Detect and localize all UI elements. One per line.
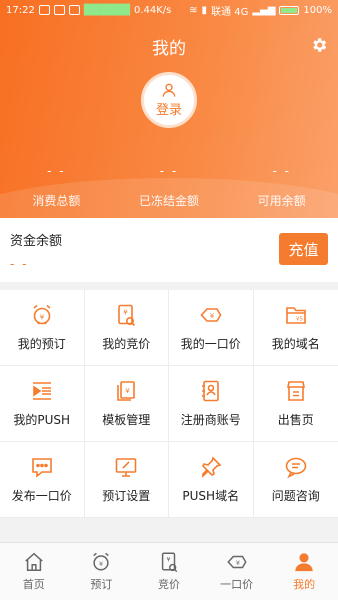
recharge-button[interactable]: 充值 <box>279 233 328 265</box>
tab-label: 首页 <box>22 578 45 591</box>
login-label: 登录 <box>155 103 182 118</box>
push-list-icon <box>32 382 51 400</box>
grid-item-my-fixed-price[interactable]: ¥ 我的一口价 <box>169 290 254 366</box>
tab-mine[interactable]: 我的 <box>270 543 338 600</box>
carrier-label: 联通 4G <box>211 6 249 18</box>
user-icon <box>162 83 176 97</box>
grid-item-question-consult[interactable]: 问题咨询 <box>253 442 338 518</box>
tab-bids[interactable]: ¥ 竞价 <box>135 543 203 600</box>
svg-text:¥: ¥ <box>40 314 45 322</box>
svg-text:¥: ¥ <box>210 312 215 320</box>
home-icon <box>25 552 43 571</box>
feature-grid: ¥ 我的预订 ¥ 我的竞价 ¥ 我的一口价 ¥5 我的域名 我的PUSH ¥ 模… <box>0 290 338 518</box>
wifi-icon: ≋ <box>189 4 198 16</box>
question-chat-icon <box>285 457 307 479</box>
status-green-text: ██████ <box>83 4 130 16</box>
publish-chat-icon <box>31 458 52 478</box>
grid-item-label: 我的域名 <box>271 337 320 351</box>
message-icon <box>53 5 65 15</box>
page-title: 我的 <box>152 39 186 59</box>
stat-label: 消费总额 <box>32 194 81 208</box>
domain-folder-icon: ¥5 <box>285 307 306 324</box>
alarm-clock-icon: ¥ <box>33 304 51 325</box>
grid-item-reservation-settings[interactable]: 预订设置 <box>84 442 169 518</box>
monitor-edit-icon <box>115 458 137 477</box>
user-icon <box>295 553 313 572</box>
grid-item-label: 出售页 <box>277 413 314 427</box>
bid-document-icon: ¥ <box>161 552 178 573</box>
login-button[interactable]: 登录 <box>141 72 197 128</box>
bid-document-icon: ¥ <box>118 304 136 327</box>
svg-text:¥: ¥ <box>99 560 103 568</box>
battery-percent: 100% <box>303 4 332 16</box>
sale-page-icon <box>286 381 305 401</box>
battery-icon <box>279 5 300 15</box>
svg-text:¥5: ¥5 <box>296 317 303 323</box>
stat-label: 可用余额 <box>257 194 306 208</box>
grid-item-my-push[interactable]: 我的PUSH <box>0 366 85 442</box>
grid-item-label: 预订设置 <box>102 489 151 503</box>
tab-fixed-price[interactable]: ¥ 一口价 <box>203 543 271 600</box>
bottom-tab-bar: 首页 ¥ 预订 ¥ 竞价 ¥ 一口价 我的 <box>0 542 338 600</box>
grid-item-label: 我的一口价 <box>180 337 241 351</box>
stat-available-balance: - - 可用余额 <box>225 164 338 209</box>
network-speed: 0.44K/s <box>133 4 172 16</box>
grid-item-my-reservations[interactable]: ¥ 我的预订 <box>0 290 85 366</box>
stat-value: - - <box>47 164 66 178</box>
stat-label: 已冻结金额 <box>139 194 200 208</box>
signal-bars-icon: ▂▄▆ <box>252 4 276 16</box>
profile-header: 17:22 ██████ 0.44K/s ≋ ▮ 联通 4G ▂▄▆ 100% … <box>0 0 338 218</box>
grid-item-label: 问题咨询 <box>271 489 320 503</box>
grid-item-label: PUSH域名 <box>182 489 240 503</box>
app-icon <box>68 5 80 15</box>
price-tag-icon: ¥ <box>226 555 247 569</box>
status-time: 17:22 <box>6 4 35 16</box>
grid-item-my-domains[interactable]: ¥5 我的域名 <box>253 290 338 366</box>
grid-item-publish-fixed-price[interactable]: 发布一口价 <box>0 442 85 518</box>
balance-panel: 资金余额 - - 充值 <box>0 218 338 282</box>
template-icon: ¥ <box>117 381 136 401</box>
tab-label: 预订 <box>90 578 113 591</box>
stat-frozen-amount: - - 已冻结金额 <box>113 164 226 209</box>
status-bar: 17:22 ██████ 0.44K/s ≋ ▮ 联通 4G ▂▄▆ 100% <box>0 0 338 20</box>
tab-label: 我的 <box>293 578 316 591</box>
stat-total-spent: - - 消费总额 <box>0 164 113 209</box>
account-stats: - - 消费总额 - - 已冻结金额 - - 可用余额 <box>0 164 338 209</box>
notification-icon <box>38 5 50 15</box>
grid-item-sale-page[interactable]: 出售页 <box>253 366 338 442</box>
grid-item-label: 模板管理 <box>102 413 151 427</box>
alarm-clock-icon: ¥ <box>93 552 110 571</box>
registrar-book-icon <box>201 380 219 402</box>
grid-item-push-domain[interactable]: PUSH域名 <box>169 442 254 518</box>
grid-item-template-management[interactable]: ¥ 模板管理 <box>84 366 169 442</box>
tab-home[interactable]: 首页 <box>0 543 68 600</box>
tab-reservations[interactable]: ¥ 预订 <box>68 543 136 600</box>
grid-item-label: 我的预订 <box>17 337 66 351</box>
signal-icon: ▮ <box>201 4 208 16</box>
grid-item-label: 我的PUSH <box>13 413 71 427</box>
grid-item-my-bids[interactable]: ¥ 我的竞价 <box>84 290 169 366</box>
svg-text:¥: ¥ <box>126 387 131 395</box>
grid-item-label: 发布一口价 <box>11 489 72 503</box>
svg-text:¥: ¥ <box>235 559 239 567</box>
grid-item-registrar-account[interactable]: 注册商账号 <box>169 366 254 442</box>
grid-item-label: 我的竞价 <box>102 337 151 351</box>
tab-label: 竞价 <box>157 578 180 591</box>
price-tag-icon: ¥ <box>200 308 222 322</box>
stat-value: - - <box>272 164 291 178</box>
stat-value: - - <box>159 164 179 178</box>
svg-text:¥: ¥ <box>124 309 129 317</box>
tab-label: 一口价 <box>220 578 254 591</box>
grid-item-label: 注册商账号 <box>180 413 241 427</box>
pin-icon <box>201 456 222 478</box>
gear-icon[interactable] <box>310 36 328 54</box>
svg-text:¥: ¥ <box>166 556 170 564</box>
